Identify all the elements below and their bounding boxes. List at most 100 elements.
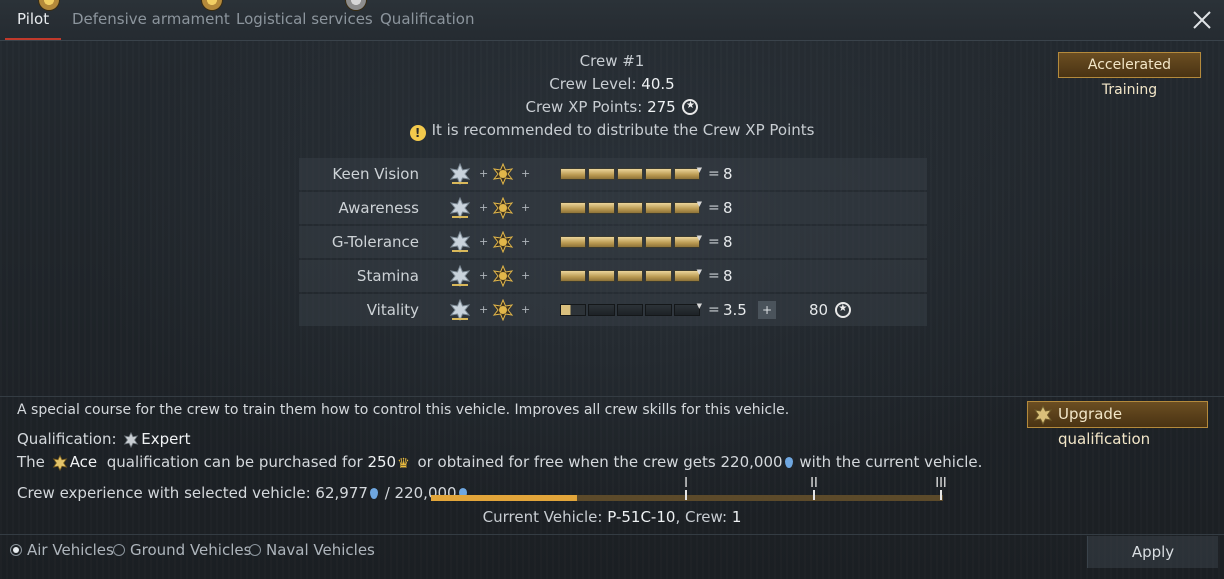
skill-bar-segment (588, 270, 615, 282)
progress-mark-1: I (684, 476, 688, 491)
research-points-icon (784, 457, 793, 468)
equals-sign: = (708, 268, 720, 284)
skill-name: G-Tolerance (331, 233, 419, 251)
skill-level-bar[interactable]: ▼ (560, 234, 702, 248)
ace-info: The Ace qualification can be purchased f… (17, 453, 983, 472)
expert-skill-icon (449, 299, 471, 321)
ace-skill-icon (492, 197, 514, 219)
progress-mark-2: II (810, 476, 818, 491)
progress-fill (431, 495, 578, 501)
skill-bar-segment (645, 270, 672, 282)
bar-end-marker: ▼ (696, 166, 702, 174)
equals-sign: = (708, 166, 720, 182)
ace-skill-icon (492, 163, 514, 185)
crew-level-value: 40.5 (641, 75, 675, 93)
accelerated-training-button[interactable]: Accelerated Training (1058, 52, 1201, 98)
active-tab-underline (5, 38, 62, 40)
skill-bar-segment (588, 304, 615, 316)
current-vehicle-value: P-51C-10 (607, 508, 676, 526)
crew-title: Crew #1 (579, 52, 645, 70)
skill-row: Stamina + + ▼ = 8 (299, 260, 927, 292)
close-icon[interactable] (1190, 8, 1214, 32)
bar-end-marker: ▼ (696, 268, 702, 276)
skill-row: Vitality + + ▼ = 3.5 +80 (299, 294, 927, 326)
skill-level-bar[interactable]: ▼ (560, 166, 702, 180)
skill-bar-segment (616, 270, 644, 282)
tab-label: Pilot (17, 10, 50, 28)
qualification-line: Qualification: Expert (17, 430, 191, 448)
skill-level-bar[interactable]: ▼ (560, 200, 702, 214)
plus-sign: + (521, 269, 531, 282)
skill-bar-segment (645, 304, 672, 316)
tab-bar: Pilot Defensive armament Logistical serv… (0, 0, 1224, 41)
golden-eagle-icon: ♛ (397, 456, 410, 472)
radio-ground-vehicles[interactable] (113, 544, 125, 556)
qualification-value: Expert (141, 430, 191, 448)
radio-air-vehicles[interactable] (10, 544, 22, 556)
skill-points-icon (682, 98, 699, 115)
ace-price: 250 (367, 453, 397, 471)
radio-label-air[interactable]: Air Vehicles (27, 541, 114, 559)
equals-sign: = (708, 234, 720, 250)
skill-value: 8 (723, 233, 733, 251)
skill-name: Vitality (366, 301, 419, 319)
skill-row: G-Tolerance + + ▼ = 8 (299, 226, 927, 258)
radio-label-ground[interactable]: Ground Vehicles (130, 541, 251, 559)
radio-label-naval[interactable]: Naval Vehicles (266, 541, 375, 559)
tab-qualification[interactable]: Qualification (380, 0, 474, 40)
increase-skill-button[interactable]: + (758, 301, 776, 319)
crew-level: Crew Level: 40.5 (549, 75, 675, 93)
ace-name: Ace (69, 453, 98, 471)
progress-mark-3: III (935, 476, 947, 491)
tab-label: Defensive armament (72, 10, 230, 28)
ace-badge-icon (52, 455, 67, 471)
plus-sign: + (479, 269, 489, 282)
skill-bar-segment (560, 270, 587, 282)
bar-end-marker: ▼ (696, 234, 702, 242)
skill-level-bar[interactable]: ▼ (560, 268, 702, 282)
tab-logistical-services[interactable]: Logistical services (236, 0, 373, 40)
recommendation: ! It is recommended to distribute the Cre… (0, 121, 1224, 141)
skill-bar-segment (645, 168, 672, 180)
plus-sign: + (479, 235, 489, 248)
research-points-icon (369, 488, 378, 499)
skill-bar-segment (645, 236, 672, 248)
skill-level-bar[interactable]: ▼ (560, 302, 702, 316)
skill-name: Stamina (356, 267, 419, 285)
plus-sign: + (521, 167, 531, 180)
plus-sign: + (479, 167, 489, 180)
tab-defensive-armament[interactable]: Defensive armament (72, 0, 230, 40)
progress-tick (813, 490, 815, 500)
progress-tick (685, 490, 687, 500)
bar-end-marker: ▼ (696, 302, 702, 310)
ace-skill-icon (492, 299, 514, 321)
equals-sign: = (708, 200, 720, 216)
bar-end-marker: ▼ (696, 200, 702, 208)
exp-current: 62,977 (315, 484, 368, 502)
skill-bar-segment (560, 202, 587, 214)
skill-bar-segment (588, 168, 615, 180)
qualification-progress-bar (431, 495, 943, 501)
skill-name: Awareness (338, 199, 419, 217)
plus-sign: + (479, 201, 489, 214)
skill-bar-segment (616, 168, 644, 180)
silver-medal-icon (346, 0, 366, 10)
skill-value: 8 (723, 165, 733, 183)
skill-value: 3.5 (723, 301, 747, 319)
plus-sign: + (521, 303, 531, 316)
crew-xp-value: 275 (647, 98, 676, 116)
radio-naval-vehicles[interactable] (249, 544, 261, 556)
skill-row: Awareness + + ▼ = 8 (299, 192, 927, 224)
expert-skill-icon (449, 163, 471, 185)
tab-pilot[interactable]: Pilot (5, 0, 62, 40)
skill-points-icon (834, 301, 851, 318)
warning-icon: ! (409, 125, 426, 141)
expert-skill-icon (449, 231, 471, 253)
skill-name: Keen Vision (332, 165, 419, 183)
skill-cost: 80 (809, 294, 851, 326)
apply-button[interactable]: Apply (1087, 536, 1218, 568)
upgrade-qualification-button[interactable]: Upgrade qualification (1027, 401, 1208, 448)
tab-label: Qualification (380, 10, 475, 28)
expert-badge-icon (1033, 405, 1053, 425)
plus-sign: + (479, 303, 489, 316)
